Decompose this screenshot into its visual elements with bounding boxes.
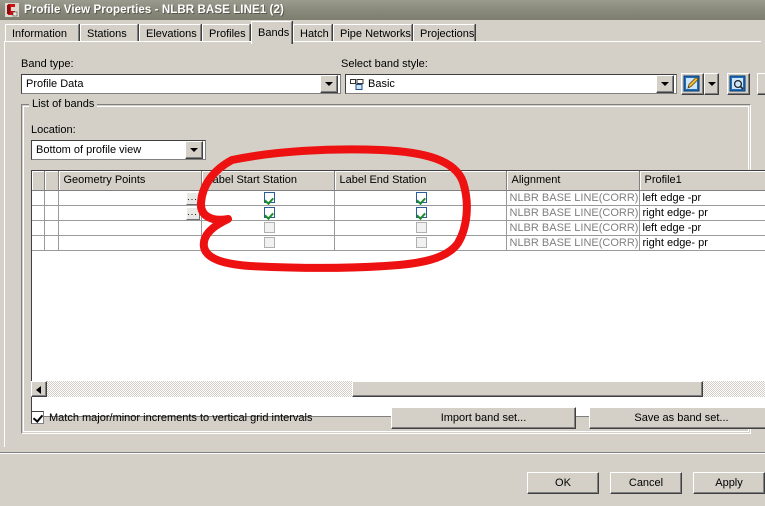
footer-divider-highlight — [0, 453, 765, 454]
checkbox-label-start-station[interactable] — [263, 237, 275, 249]
checkbox-label-start-station[interactable] — [263, 192, 275, 204]
cell-geometry-points[interactable]: ... — [58, 190, 202, 206]
save-as-band-set-button[interactable]: Save as band set... — [589, 407, 765, 429]
tab-strip: Information Stations Elevations Profiles… — [0, 20, 765, 44]
location-label: Location: — [31, 124, 76, 136]
band-type-label: Band type: — [21, 58, 74, 70]
chevron-down-icon-4[interactable] — [185, 141, 203, 159]
table-body: ... NLBR BASE LINE(CORR) left edge -pr .… — [32, 190, 765, 251]
tab-projections[interactable]: Projections — [413, 24, 475, 42]
cell-label-end-station[interactable] — [334, 205, 507, 221]
table-header-row: Geometry Points Label Start Station Labe… — [32, 171, 765, 191]
cell-geometry-points[interactable] — [58, 220, 202, 236]
tab-elevations[interactable]: Elevations — [139, 24, 201, 42]
chevron-down-icon[interactable] — [320, 75, 338, 93]
table-row[interactable]: ... NLBR BASE LINE(CORR) right edge- pr — [32, 205, 765, 221]
ellipsis-button[interactable]: ... — [185, 191, 200, 204]
title-bar: Profile View Properties - NLBR BASE LINE… — [0, 0, 765, 20]
profile-view-properties-dialog: Profile View Properties - NLBR BASE LINE… — [0, 0, 765, 506]
cell-label-end-station[interactable] — [334, 235, 507, 251]
cell-profile1[interactable]: right edge- pr — [639, 235, 765, 251]
col-select-1[interactable] — [32, 171, 45, 191]
row-marker[interactable] — [44, 220, 59, 236]
row-selector[interactable] — [32, 220, 45, 236]
cell-profile1[interactable]: right edge- pr — [639, 205, 765, 221]
import-band-set-button[interactable]: Import band set... — [391, 407, 576, 429]
row-marker[interactable] — [44, 235, 59, 251]
cell-label-end-station[interactable] — [334, 220, 507, 236]
cell-alignment[interactable]: NLBR BASE LINE(CORR) — [506, 190, 640, 206]
table-row[interactable]: NLBR BASE LINE(CORR) right edge- pr — [32, 235, 765, 251]
cell-alignment[interactable]: NLBR BASE LINE(CORR) — [506, 235, 640, 251]
band-style-label: Select band style: — [341, 58, 428, 70]
checkbox-label-end-station[interactable] — [416, 222, 427, 234]
cell-label-start-station[interactable] — [201, 220, 335, 236]
autocad-civil3d-icon — [4, 2, 20, 18]
band-style-value-wrap: Basic — [346, 78, 656, 90]
col-label-start-station[interactable]: Label Start Station — [201, 171, 335, 191]
edit-style-dropdown-button[interactable] — [704, 73, 719, 95]
band-type-combo[interactable]: Profile Data — [21, 74, 341, 94]
col-alignment[interactable]: Alignment — [506, 171, 640, 191]
cell-geometry-points[interactable]: ... — [58, 205, 202, 221]
match-increments-checkbox[interactable] — [31, 411, 44, 424]
row-marker[interactable] — [44, 190, 59, 206]
checkbox-label-start-station[interactable] — [263, 207, 275, 219]
tab-stations[interactable]: Stations — [80, 24, 138, 42]
col-label-end-station[interactable]: Label End Station — [334, 171, 507, 191]
tab-information[interactable]: Information — [5, 24, 79, 42]
cell-label-start-station[interactable] — [201, 190, 335, 206]
cell-geometry-points[interactable] — [58, 235, 202, 251]
cell-label-start-station[interactable] — [201, 205, 335, 221]
window-title: Profile View Properties - NLBR BASE LINE… — [24, 4, 284, 16]
cell-alignment[interactable]: NLBR BASE LINE(CORR) — [506, 205, 640, 221]
checkbox-label-end-station[interactable] — [416, 207, 427, 219]
row-selector[interactable] — [32, 235, 45, 251]
edit-style-button[interactable] — [681, 73, 704, 95]
tab-pipe-networks[interactable]: Pipe Networks — [333, 24, 412, 42]
row-marker[interactable] — [44, 205, 59, 221]
band-type-value: Profile Data — [26, 78, 84, 90]
location-value: Bottom of profile view — [36, 144, 142, 156]
cell-label-end-station[interactable] — [334, 190, 507, 206]
apply-button[interactable]: Apply — [693, 472, 765, 494]
preview-style-button[interactable] — [727, 73, 750, 95]
row-selector[interactable] — [32, 190, 45, 206]
cell-alignment[interactable]: NLBR BASE LINE(CORR) — [506, 220, 640, 236]
band-style-combo[interactable]: Basic — [345, 74, 677, 94]
checkbox-label-end-station[interactable] — [416, 237, 427, 249]
col-select-2[interactable] — [44, 171, 59, 191]
band-style-icon — [350, 78, 364, 90]
tab-profiles[interactable]: Profiles — [202, 24, 250, 42]
scrollbar-thumb[interactable] — [352, 381, 703, 397]
table-row[interactable]: NLBR BASE LINE(CORR) left edge -pr — [32, 220, 765, 236]
tab-hatch[interactable]: Hatch — [293, 24, 332, 42]
checkbox-label-start-station[interactable] — [263, 222, 275, 234]
cell-label-start-station[interactable] — [201, 235, 335, 251]
table-row[interactable]: ... NLBR BASE LINE(CORR) left edge -pr — [32, 190, 765, 206]
checkbox-label-end-station[interactable] — [416, 192, 427, 204]
cell-profile1[interactable]: left edge -pr — [639, 220, 765, 236]
col-profile1[interactable]: Profile1 — [639, 171, 765, 191]
list-of-bands-title: List of bands — [29, 98, 98, 110]
scroll-left-button[interactable] — [31, 381, 47, 397]
overflow-button[interactable] — [757, 73, 765, 95]
match-increments-label: Match major/minor increments to vertical… — [49, 411, 313, 424]
location-combo[interactable]: Bottom of profile view — [31, 140, 206, 160]
cancel-button[interactable]: Cancel — [610, 472, 682, 494]
tab-bands[interactable]: Bands — [251, 21, 292, 44]
cell-profile1[interactable]: left edge -pr — [639, 190, 765, 206]
col-geometry-points[interactable]: Geometry Points — [58, 171, 202, 191]
ellipsis-button[interactable]: ... — [185, 206, 200, 219]
match-increments-row[interactable]: Match major/minor increments to vertical… — [31, 411, 312, 424]
row-selector[interactable] — [32, 205, 45, 221]
bands-grid[interactable]: Geometry Points Label Start Station Labe… — [31, 170, 765, 417]
band-style-text: Basic — [368, 78, 395, 90]
bands-table: Geometry Points Label Start Station Labe… — [32, 171, 765, 251]
bands-panel: Band type: Profile Data Select band styl… — [4, 41, 765, 447]
chevron-down-icon-2[interactable] — [656, 75, 674, 93]
chevron-down-icon-3 — [708, 82, 716, 86]
grid-horizontal-scrollbar[interactable] — [31, 381, 765, 397]
ok-button[interactable]: OK — [527, 472, 599, 494]
